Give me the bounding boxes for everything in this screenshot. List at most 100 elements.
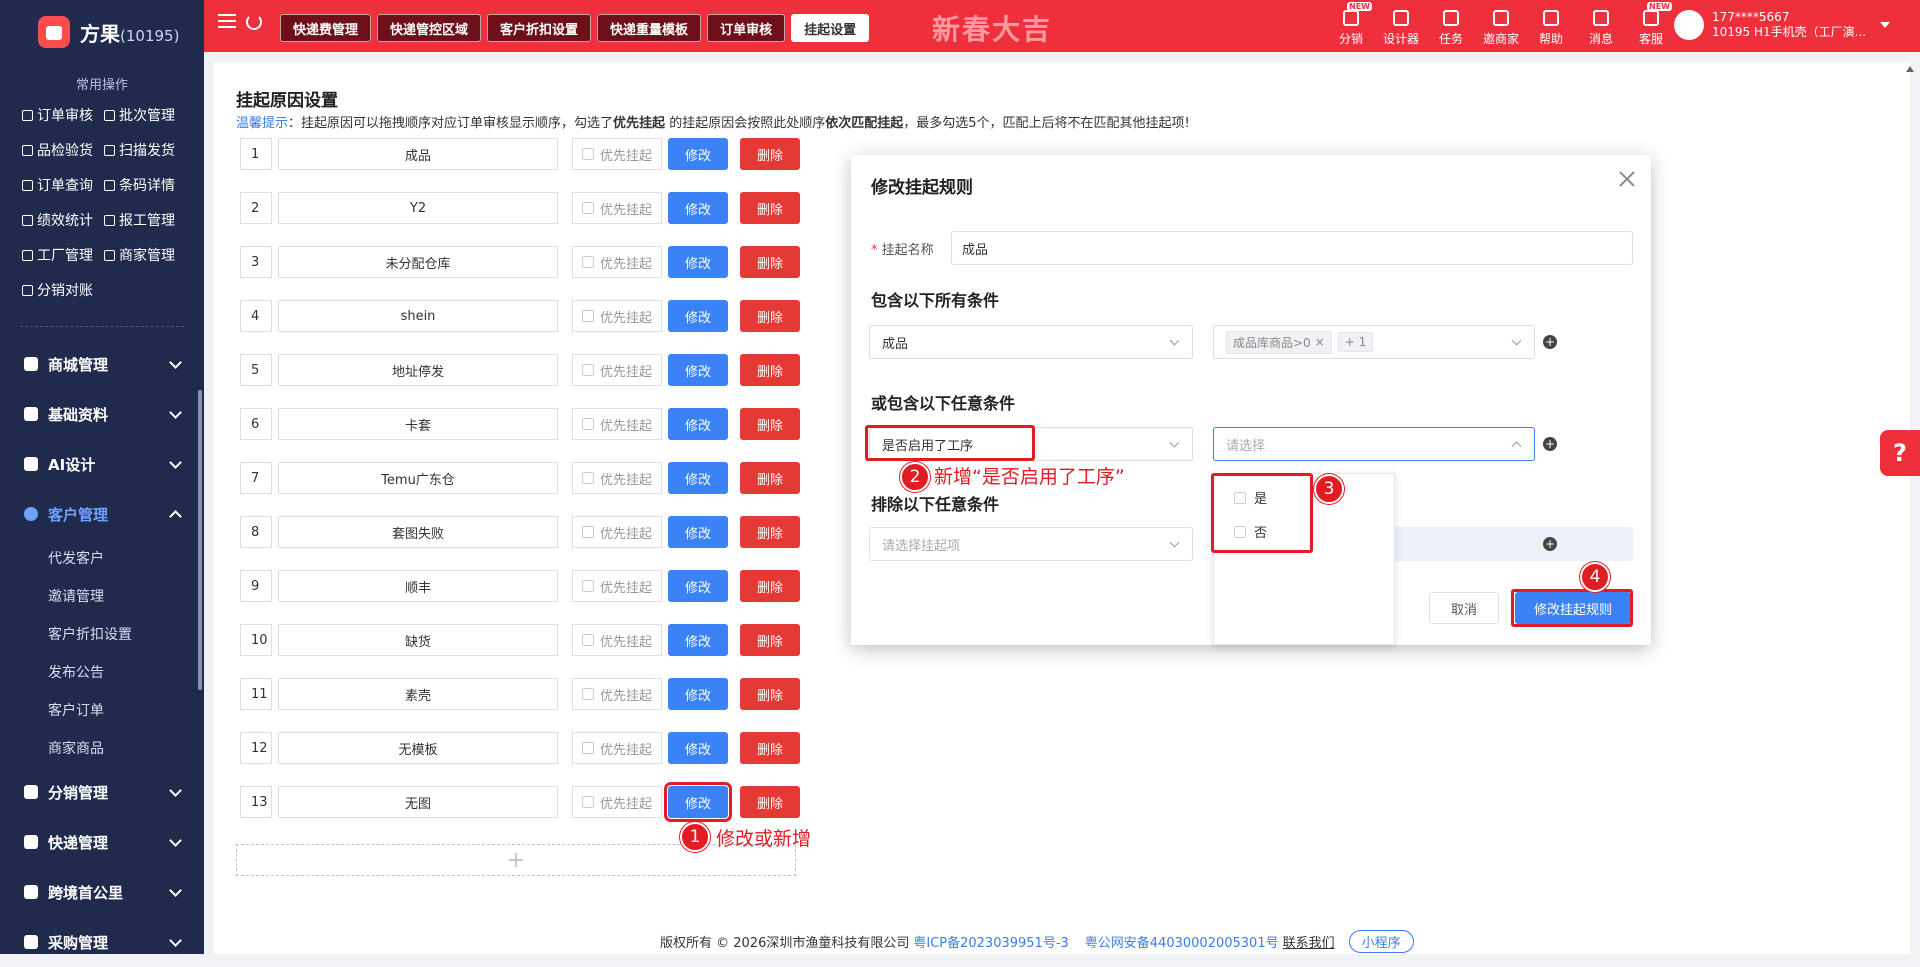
checkbox[interactable] [581, 580, 594, 592]
priority-checkbox[interactable]: 优先挂起 [572, 786, 662, 818]
menu-toggle-icon[interactable] [218, 14, 236, 28]
delete-button[interactable]: 删除 [740, 570, 800, 602]
priority-checkbox[interactable]: 优先挂起 [572, 678, 662, 710]
delete-button[interactable]: 删除 [740, 516, 800, 548]
checkbox[interactable] [581, 256, 594, 268]
priority-checkbox[interactable]: 优先挂起 [572, 246, 662, 278]
top-action[interactable]: 设计器 [1376, 8, 1426, 47]
reason-row[interactable]: 11 素壳 优先挂起 修改 删除 [240, 678, 800, 710]
submenu-item[interactable]: 代发客户 [0, 539, 204, 577]
reason-row[interactable]: 5 地址停发 优先挂起 修改 删除 [240, 354, 800, 386]
quick-link[interactable]: 品检验货 [22, 140, 104, 160]
reason-row[interactable]: 13 无图 优先挂起 修改 删除 [240, 782, 800, 822]
submenu-item[interactable]: 客户折扣设置 [0, 615, 204, 653]
delete-button[interactable]: 删除 [740, 732, 800, 764]
delete-button[interactable]: 删除 [740, 462, 800, 494]
add-condition-icon[interactable]: + [1543, 537, 1557, 551]
priority-checkbox[interactable]: 优先挂起 [572, 570, 662, 602]
checkbox[interactable] [581, 472, 594, 484]
menu-item[interactable]: 跨境首公里 [0, 867, 204, 917]
all-condition-values[interactable]: 成品库商品>0 × + 1 [1213, 325, 1535, 359]
edit-button[interactable]: 修改 [668, 408, 728, 440]
reason-row[interactable]: 2 Y2 优先挂起 修改 删除 [240, 192, 800, 224]
menu-item[interactable]: AI设计 [0, 439, 204, 489]
priority-checkbox[interactable]: 优先挂起 [572, 138, 662, 170]
sidebar-scrollbar[interactable] [198, 390, 202, 690]
edit-button[interactable]: 修改 [664, 782, 732, 822]
checkbox[interactable] [581, 688, 594, 700]
submenu-item[interactable]: 邀请管理 [0, 577, 204, 615]
quick-link[interactable]: 分销对账 [22, 280, 104, 300]
tab[interactable]: 订单审核 [707, 14, 786, 42]
user-menu[interactable]: 177****5667 10195 H1手机壳（工厂演... [1674, 10, 1891, 40]
any-condition-value-select[interactable]: 请选择 [1213, 427, 1535, 461]
menu-item[interactable]: 分销管理 [0, 767, 204, 817]
submenu-item[interactable]: 商家商品 [0, 729, 204, 767]
edit-button[interactable]: 修改 [668, 300, 728, 332]
tab[interactable]: 客户折扣设置 [487, 14, 592, 42]
add-condition-icon[interactable]: + [1543, 437, 1557, 451]
quick-link[interactable]: 条码详情 [104, 175, 186, 195]
contact-link[interactable]: 联系我们 [1283, 932, 1335, 951]
quick-link[interactable]: 报工管理 [104, 210, 186, 230]
scroll-up-icon[interactable] [1906, 66, 1914, 126]
reason-row[interactable]: 10 缺货 优先挂起 修改 删除 [240, 624, 800, 656]
tab[interactable]: 快递重量模板 [597, 14, 702, 42]
checkbox[interactable] [581, 202, 594, 214]
menu-item[interactable]: 采购管理 [0, 917, 204, 967]
checkbox[interactable] [581, 364, 594, 376]
police-link[interactable]: 粤公网安备44030002005301号 [1085, 932, 1279, 951]
submenu-item[interactable]: 发布公告 [0, 653, 204, 691]
refresh-icon[interactable] [246, 14, 262, 30]
delete-button[interactable]: 删除 [740, 138, 800, 170]
top-action[interactable]: 任务 [1426, 8, 1476, 47]
reason-row[interactable]: 7 Temu广东仓 优先挂起 修改 删除 [240, 462, 800, 494]
menu-item[interactable]: 基础资料 [0, 389, 204, 439]
edit-button[interactable]: 修改 [668, 732, 728, 764]
edit-button[interactable]: 修改 [668, 192, 728, 224]
icp-link[interactable]: 粤ICP备2023039951号-3 [913, 932, 1068, 951]
reason-row[interactable]: 1 成品 优先挂起 修改 删除 [240, 138, 800, 170]
reason-row[interactable]: 9 顺丰 优先挂起 修改 删除 [240, 570, 800, 602]
rule-name-input[interactable]: 成品 [951, 231, 1633, 265]
reason-row[interactable]: 8 套图失败 优先挂起 修改 删除 [240, 516, 800, 548]
reason-row[interactable]: 4 shein 优先挂起 修改 删除 [240, 300, 800, 332]
mini-program-button[interactable]: 小程序 [1348, 930, 1414, 953]
delete-button[interactable]: 删除 [740, 300, 800, 332]
top-action[interactable]: 客服 NEW [1626, 2, 1676, 47]
edit-button[interactable]: 修改 [668, 462, 728, 494]
quick-link[interactable]: 商家管理 [104, 245, 186, 265]
all-condition-select[interactable]: 成品 [869, 325, 1193, 359]
checkbox[interactable] [581, 310, 594, 322]
edit-button[interactable]: 修改 [668, 354, 728, 386]
edit-button[interactable]: 修改 [668, 624, 728, 656]
priority-checkbox[interactable]: 优先挂起 [572, 192, 662, 224]
checkbox[interactable] [581, 634, 594, 646]
edit-button[interactable]: 修改 [668, 138, 728, 170]
tab[interactable]: 挂起设置 [791, 14, 870, 42]
edit-button[interactable]: 修改 [668, 516, 728, 548]
top-action[interactable]: 分销 NEW [1326, 2, 1376, 47]
delete-button[interactable]: 删除 [740, 624, 800, 656]
menu-item[interactable]: 客户管理 [0, 489, 204, 539]
delete-button[interactable]: 删除 [740, 246, 800, 278]
priority-checkbox[interactable]: 优先挂起 [572, 300, 662, 332]
exclude-value-field[interactable] [1393, 527, 1633, 561]
add-condition-icon[interactable]: + [1543, 335, 1557, 349]
checkbox[interactable] [581, 148, 594, 160]
checkbox[interactable] [581, 742, 594, 754]
quick-link[interactable]: 订单审核 [22, 105, 104, 125]
quick-link[interactable]: 扫描发货 [104, 140, 186, 160]
delete-button[interactable]: 删除 [740, 678, 800, 710]
quick-link[interactable]: 批次管理 [104, 105, 186, 125]
menu-item[interactable]: 快递管理 [0, 817, 204, 867]
edit-button[interactable]: 修改 [668, 246, 728, 278]
checkbox[interactable] [581, 526, 594, 538]
priority-checkbox[interactable]: 优先挂起 [572, 732, 662, 764]
logo[interactable]: 方果(10195) [0, 0, 204, 64]
delete-button[interactable]: 删除 [740, 408, 800, 440]
top-action[interactable]: 帮助 [1526, 8, 1576, 47]
priority-checkbox[interactable]: 优先挂起 [572, 462, 662, 494]
tab[interactable]: 快递管控区域 [377, 14, 482, 42]
close-icon[interactable] [1617, 169, 1637, 189]
